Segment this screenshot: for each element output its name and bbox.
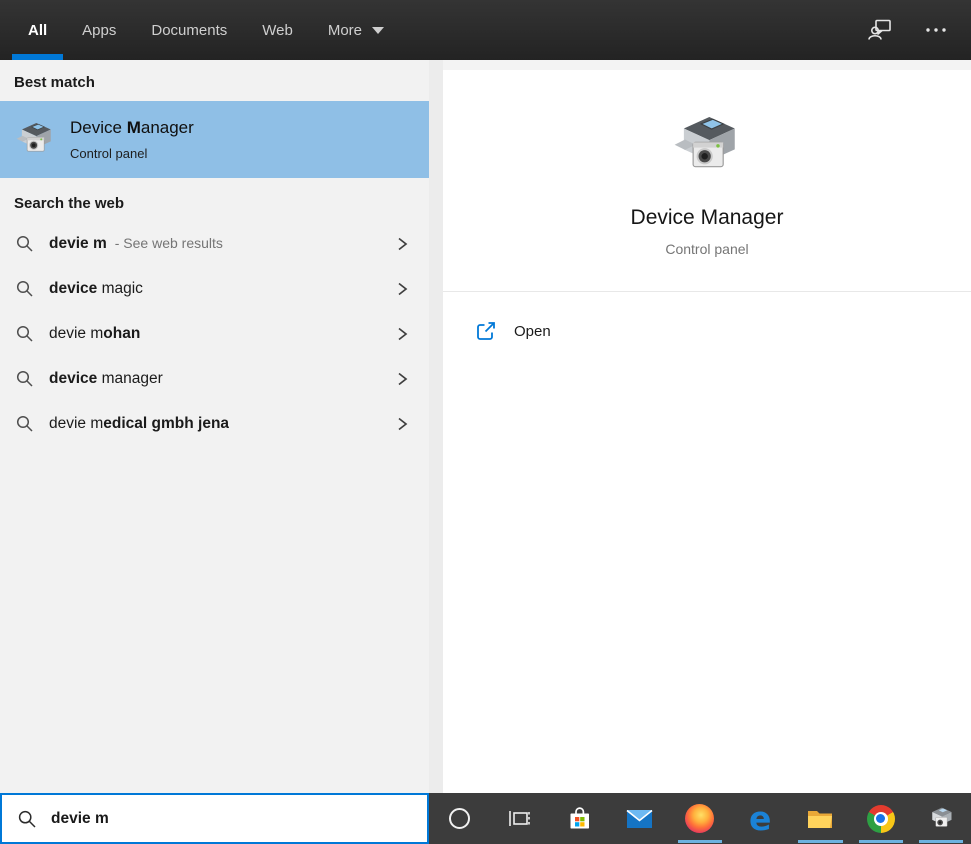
- task-view-icon: [506, 806, 532, 832]
- taskbar-edge-button[interactable]: e: [730, 793, 790, 844]
- launch-icon: [475, 320, 497, 342]
- tab-apps-label: Apps: [82, 22, 116, 39]
- taskbar-firefox-button[interactable]: [670, 793, 730, 844]
- chevron-right-icon[interactable]: [397, 237, 409, 251]
- suggestion-text: devie m- See web results: [49, 235, 223, 253]
- taskbar-device-manager-button[interactable]: [911, 793, 971, 844]
- tab-more-label: More: [328, 22, 362, 39]
- tab-apps[interactable]: Apps: [66, 0, 132, 60]
- tab-documents-label: Documents: [151, 22, 227, 39]
- search-header: All Apps Documents Web More: [0, 0, 971, 60]
- device-manager-icon: [14, 119, 56, 161]
- web-suggestion-devie-mohan[interactable]: devie mohan: [0, 311, 429, 356]
- device-manager-icon: [670, 110, 744, 184]
- taskbar: e: [429, 793, 971, 844]
- taskbar-microsoft-store-button[interactable]: [549, 793, 609, 844]
- web-suggestion-device-magic[interactable]: device magic: [0, 266, 429, 311]
- tab-web-label: Web: [262, 22, 293, 39]
- open-action[interactable]: Open: [443, 292, 971, 342]
- preview-card: Device Manager Control panel Open: [443, 70, 971, 793]
- web-suggestion-devie-medical[interactable]: devie medical gmbh jena: [0, 401, 429, 446]
- chevron-right-icon[interactable]: [397, 327, 409, 341]
- search-icon: [18, 810, 36, 828]
- tab-all[interactable]: All: [12, 0, 63, 60]
- search-icon: [16, 280, 33, 297]
- chevron-right-icon[interactable]: [397, 372, 409, 386]
- suggestion-text: device magic: [49, 280, 143, 298]
- panel-divider: [429, 60, 443, 793]
- taskbar-file-explorer-button[interactable]: [790, 793, 850, 844]
- search-icon: [16, 325, 33, 342]
- taskbar-mail-button[interactable]: [610, 793, 670, 844]
- search-icon: [16, 415, 33, 432]
- tab-documents[interactable]: Documents: [135, 0, 243, 60]
- ellipsis-icon[interactable]: [923, 17, 949, 43]
- taskbar-search-box[interactable]: [0, 793, 429, 844]
- taskbar-chrome-button[interactable]: [851, 793, 911, 844]
- suggestion-text: device manager: [49, 370, 163, 388]
- chevron-right-icon[interactable]: [397, 282, 409, 296]
- feedback-icon[interactable]: [867, 17, 893, 43]
- cortana-icon: [449, 808, 470, 829]
- tab-web[interactable]: Web: [246, 0, 309, 60]
- best-match-subtitle: Control panel: [70, 146, 194, 161]
- search-input[interactable]: [51, 810, 417, 828]
- dropdown-arrow-icon: [372, 27, 384, 34]
- search-the-web-section-label: Search the web: [0, 178, 429, 221]
- results-panel: Best match Device Manager Control panel …: [0, 60, 429, 793]
- microsoft-store-icon: [566, 805, 593, 832]
- search-icon: [16, 370, 33, 387]
- open-action-label: Open: [514, 323, 551, 340]
- see-web-results-hint: - See web results: [115, 235, 223, 251]
- preview-title: Device Manager: [631, 206, 784, 230]
- suggestion-text: devie medical gmbh jena: [49, 415, 229, 433]
- device-manager-icon: [927, 805, 955, 833]
- mail-icon: [625, 807, 654, 831]
- web-suggestion-devie-m[interactable]: devie m- See web results: [0, 221, 429, 266]
- web-suggestion-device-manager[interactable]: device manager: [0, 356, 429, 401]
- preview-subtitle: Control panel: [665, 241, 748, 257]
- preview-panel: Device Manager Control panel Open: [443, 60, 971, 793]
- file-explorer-icon: [806, 807, 834, 831]
- best-match-result[interactable]: Device Manager Control panel: [0, 101, 429, 178]
- tab-more[interactable]: More: [312, 0, 400, 60]
- chrome-icon: [867, 805, 895, 833]
- edge-icon: e: [749, 804, 771, 833]
- search-icon: [16, 235, 33, 252]
- taskbar-cortana-button[interactable]: [429, 793, 489, 844]
- best-match-title: Device Manager: [70, 118, 194, 138]
- suggestion-text: devie mohan: [49, 325, 140, 343]
- best-match-section-label: Best match: [0, 60, 429, 101]
- firefox-icon: [685, 804, 714, 833]
- tab-all-label: All: [28, 22, 47, 39]
- taskbar-task-view-button[interactable]: [489, 793, 549, 844]
- chevron-right-icon[interactable]: [397, 417, 409, 431]
